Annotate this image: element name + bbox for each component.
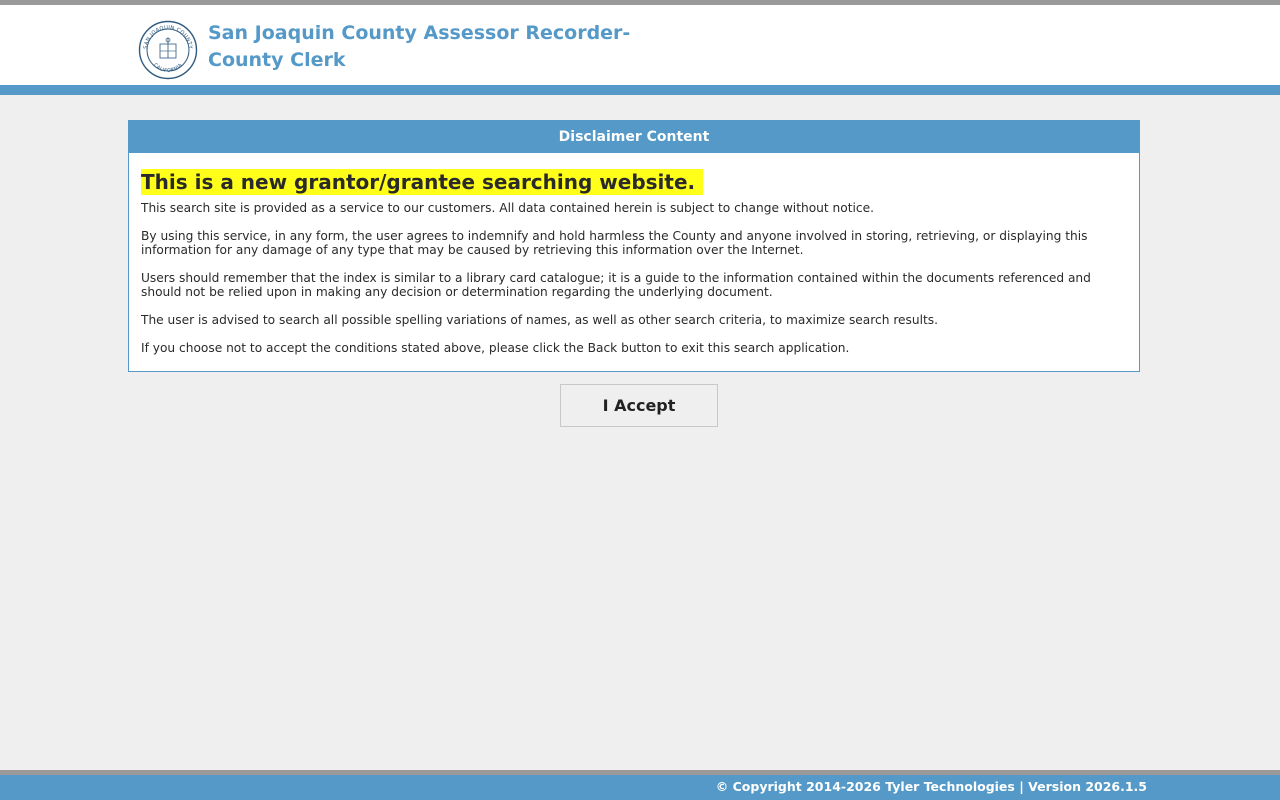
site-header: SAN JOAQUIN COUNTY CALIFORNIA San Joaqui… [0, 5, 1280, 85]
disclaimer-panel: Disclaimer Content This is a new grantor… [128, 120, 1140, 372]
disclaimer-paragraph: If you choose not to accept the conditio… [141, 341, 850, 355]
header-accent-bar [0, 85, 1280, 95]
disclaimer-paragraph: This search site is provided as a servic… [141, 201, 874, 215]
site-title[interactable]: San Joaquin County Assessor Recorder- Co… [208, 20, 668, 74]
disclaimer-panel-header: Disclaimer Content [129, 121, 1139, 153]
footer-copyright: © Copyright 2014-2026 Tyler Technologies… [715, 779, 1147, 794]
county-seal-icon[interactable]: SAN JOAQUIN COUNTY CALIFORNIA [138, 20, 198, 80]
site-footer: © Copyright 2014-2026 Tyler Technologies… [0, 775, 1280, 800]
disclaimer-panel-body: This is a new grantor/grantee searching … [129, 153, 1139, 355]
disclaimer-paragraph: The user is advised to search all possib… [141, 313, 939, 327]
disclaimer-paragraph: By using this service, in any form, the … [141, 229, 1088, 257]
accept-button[interactable]: I Accept [560, 384, 718, 427]
disclaimer-paragraph: Users should remember that the index is … [141, 271, 1091, 299]
site-title-line1[interactable]: San Joaquin County Assessor Recorder- [208, 20, 668, 47]
site-title-line2[interactable]: County Clerk [208, 47, 668, 74]
disclaimer-headline: This is a new grantor/grantee searching … [141, 169, 704, 195]
